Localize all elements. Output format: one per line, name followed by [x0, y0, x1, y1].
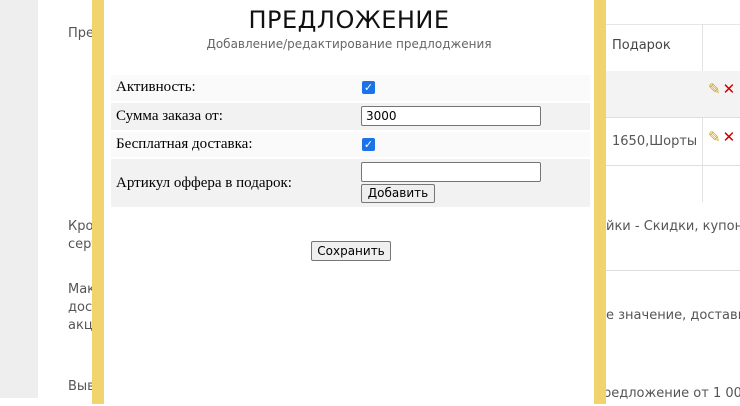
form-row-order-sum: Сумма заказа от: [111, 103, 590, 130]
active-label: Активность: [116, 79, 196, 95]
bg-paragraph-text: Кро [68, 219, 94, 234]
bg-paragraph-text: е значение, доставка [606, 308, 740, 323]
bg-column-gift: Подарок [612, 38, 671, 53]
add-button[interactable]: Добавить [361, 184, 435, 203]
delete-x-icon[interactable]: ✕ [723, 80, 736, 98]
save-button[interactable]: Сохранить [311, 241, 391, 261]
bg-paragraph-text: йки - Скидки, купоны, [606, 219, 740, 234]
order-sum-label: Сумма заказа от: [116, 108, 223, 124]
free-delivery-label: Бесплатная доставка: [116, 136, 253, 152]
modal-title: ПРЕДЛОЖЕНИЕ [248, 6, 450, 34]
modal-subtitle: Добавление/редактирование предлоджения [206, 37, 492, 51]
left-gray-strip [0, 0, 38, 398]
bg-paragraph-text: Мак [68, 282, 96, 297]
form-row-free-delivery: Бесплатная доставка: ✓ [111, 132, 590, 157]
bg-row-gift: 1650,Шорты [612, 134, 698, 149]
bg-row-divider [600, 165, 740, 166]
delete-x-icon[interactable]: ✕ [723, 128, 736, 146]
pencil-icon[interactable]: ✎ [708, 128, 721, 146]
free-delivery-checkbox[interactable]: ✓ [362, 138, 375, 151]
pencil-icon[interactable]: ✎ [708, 80, 721, 98]
bg-paragraph-text: Выв [68, 379, 95, 394]
gift-article-label: Артикул оффера в подарок: [116, 175, 292, 191]
bg-row-actions-2: ✎ ✕ [708, 128, 735, 146]
offer-modal: ПРЕДЛОЖЕНИЕ Добавление/редактирование пр… [92, 0, 606, 406]
bg-divider [600, 270, 740, 271]
form-row-active: Активность: ✓ [111, 75, 590, 101]
order-sum-input[interactable] [361, 106, 541, 126]
bg-label-truncated: Пре [68, 26, 95, 41]
active-checkbox[interactable]: ✓ [362, 81, 375, 94]
bg-row-actions: ✎ ✕ [708, 80, 735, 98]
form-row-gift-article: Артикул оффера в подарок: Добавить [111, 159, 590, 207]
gift-article-input[interactable] [361, 162, 541, 182]
bg-table-header: Подарок [600, 24, 740, 71]
bg-row-divider [600, 117, 740, 118]
modal-body: ПРЕДЛОЖЕНИЕ Добавление/редактирование пр… [104, 0, 594, 406]
bg-paragraph-text: редложение от 1 000 [603, 386, 740, 401]
